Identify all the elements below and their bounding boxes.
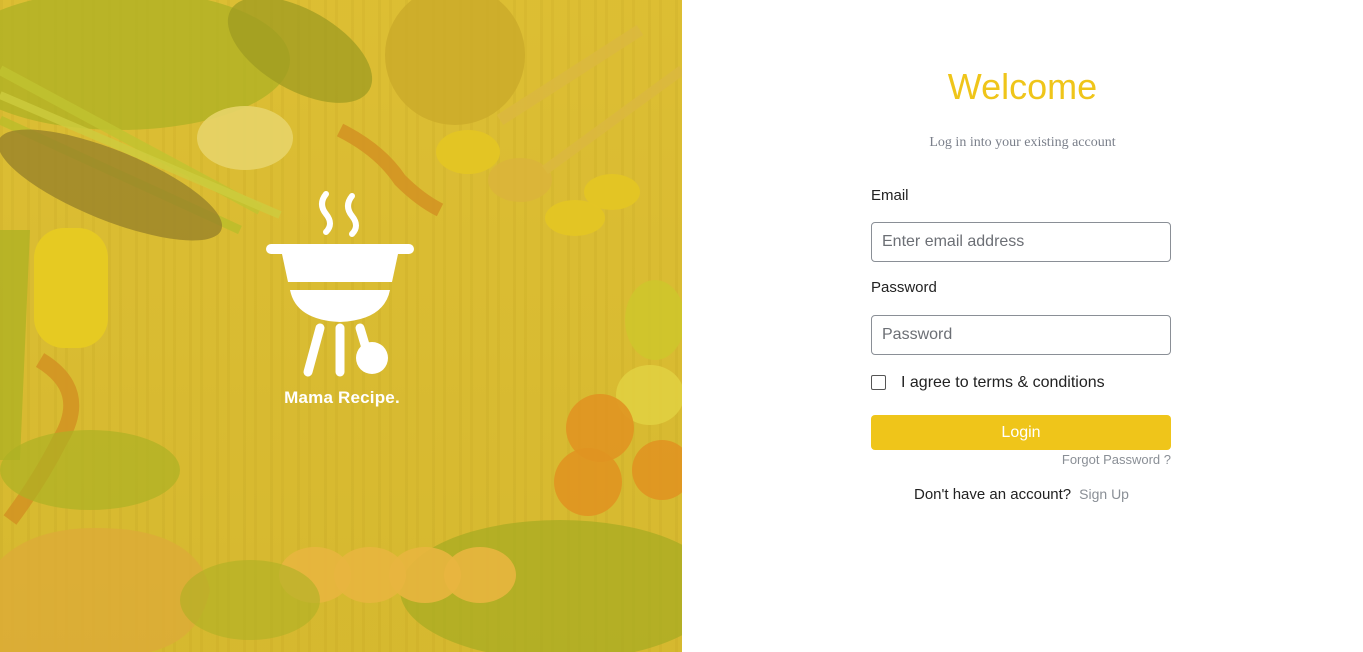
hero-panel: Mama Recipe. — [0, 0, 682, 652]
email-input[interactable] — [871, 222, 1171, 262]
forgot-password-link[interactable]: Forgot Password ? — [1062, 452, 1171, 467]
password-input[interactable] — [871, 315, 1171, 355]
login-button[interactable]: Login — [871, 415, 1171, 450]
brand-logo: Mama Recipe. — [262, 190, 422, 408]
login-form-panel: Welcome Log in into your existing accoun… — [682, 0, 1363, 652]
barbecue-grill-icon — [266, 191, 414, 377]
password-label: Password — [871, 279, 937, 296]
terms-label: I agree to terms & conditions — [901, 374, 1105, 391]
email-label: Email — [871, 187, 909, 204]
page-title: Welcome — [947, 66, 1098, 107]
page-subtitle: Log in into your existing account — [929, 135, 1116, 150]
terms-checkbox[interactable] — [871, 375, 886, 390]
signup-prompt: Don't have an account? — [914, 486, 1072, 503]
signup-row: Don't have an account? Sign Up — [914, 486, 1129, 503]
brand-name: Mama Recipe. — [284, 388, 400, 407]
signup-link[interactable]: Sign Up — [1079, 486, 1129, 502]
